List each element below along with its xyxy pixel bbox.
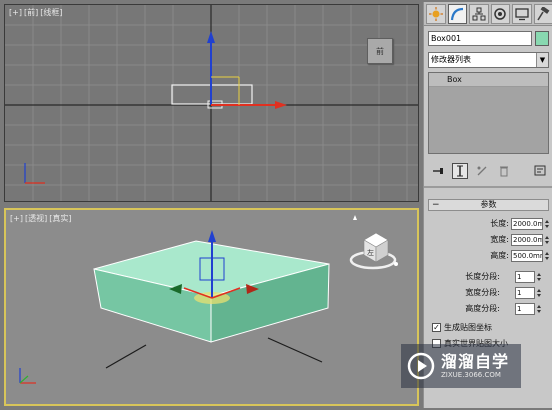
object-name-row: Box001 <box>428 31 549 46</box>
object-color-swatch[interactable] <box>535 31 549 46</box>
gizmo-z-arrow <box>207 31 215 43</box>
width-segs-input[interactable]: 1 <box>515 287 535 299</box>
param-width-label: 宽度: <box>490 235 509 244</box>
watermark-url: ZIXUE.3066.COM <box>441 370 501 379</box>
param-length-row: 长度: 2000.0mm <box>428 218 549 230</box>
chevron-down-icon: ▼ <box>536 53 548 67</box>
perspective-viewport-label[interactable]: [+] [透视] [真实] <box>10 213 73 224</box>
hammer-icon <box>537 6 550 20</box>
width-segs-label: 宽度分段: <box>465 288 500 297</box>
front-axis-tripod <box>24 163 45 184</box>
parameters-rollout-header[interactable]: − 参数 <box>428 199 549 211</box>
tab-utilities[interactable] <box>533 3 552 24</box>
show-end-result-icon[interactable] <box>452 163 468 179</box>
hierarchy-icon <box>472 7 486 20</box>
param-length-label: 长度: <box>490 219 509 228</box>
modifier-stack[interactable]: Box <box>428 72 549 154</box>
modifier-list-label: 修改器列表 <box>431 55 471 64</box>
sun-icon <box>428 6 443 21</box>
height-segs-input[interactable]: 1 <box>515 303 535 315</box>
tab-display[interactable] <box>512 3 532 24</box>
height-segs-row: 高度分段: 1 <box>428 303 549 315</box>
perspective-scene <box>19 215 398 384</box>
modifier-list-dropdown[interactable]: 修改器列表 ▼ <box>428 52 549 68</box>
monitor-icon <box>515 7 529 20</box>
tab-create[interactable] <box>426 3 446 24</box>
tab-modify[interactable] <box>447 3 467 24</box>
param-width-spinner[interactable] <box>544 234 550 246</box>
length-segs-label: 长度分段: <box>465 272 500 281</box>
tab-motion[interactable] <box>490 3 510 24</box>
param-height-spinner[interactable] <box>544 250 550 262</box>
circle-icon <box>494 7 506 20</box>
length-segs-row: 长度分段: 1 <box>428 271 549 283</box>
rollout-title: 参数 <box>480 200 497 209</box>
watermark-title: 溜溜自学 <box>441 351 510 371</box>
param-length-input[interactable]: 2000.0mm <box>511 218 543 230</box>
configure-sets-icon[interactable] <box>533 163 549 179</box>
command-panel-tabs <box>424 2 552 26</box>
panel-divider <box>424 186 552 188</box>
play-logo-icon <box>407 352 435 380</box>
width-segs-row: 宽度分段: 1 <box>428 287 549 299</box>
front-viewport[interactable]: [+] [前] [线框] 前 <box>4 4 419 202</box>
length-segs-spinner[interactable] <box>536 271 542 283</box>
pin-stack-icon[interactable] <box>430 163 446 179</box>
tab-hierarchy[interactable] <box>469 3 489 24</box>
persp-axis-tripod <box>19 368 36 384</box>
persp-gizmo-z-arrow <box>208 230 216 242</box>
front-viewcube[interactable]: 前 <box>367 38 393 64</box>
param-height-row: 高度: 500.0mm <box>428 250 549 262</box>
param-width-input[interactable]: 2000.0mm <box>511 234 543 246</box>
gizmo-x-arrow <box>275 101 287 109</box>
param-height-input[interactable]: 500.0mm <box>511 250 543 262</box>
make-unique-icon[interactable] <box>474 163 490 179</box>
height-segs-spinner[interactable] <box>536 303 542 315</box>
gen-mapping-coords-row[interactable]: ✓ 生成贴图坐标 <box>432 321 549 333</box>
watermark: 溜溜自学 ZIXUE.3066.COM <box>401 344 521 388</box>
stack-item-box[interactable]: Box <box>429 73 548 87</box>
gen-mapping-coords-checkbox[interactable]: ✓ <box>432 322 441 332</box>
width-segs-spinner[interactable] <box>536 287 542 299</box>
param-length-spinner[interactable] <box>544 218 550 230</box>
front-viewport-label[interactable]: [+] [前] [线框] <box>9 7 64 18</box>
arc-icon <box>451 7 464 20</box>
persp-viewcube[interactable] <box>349 232 398 270</box>
gen-mapping-coords-label: 生成贴图坐标 <box>444 322 492 332</box>
height-segs-label: 高度分段: <box>465 304 500 313</box>
param-height-label: 高度: <box>490 251 509 260</box>
param-width-row: 宽度: 2000.0mm <box>428 234 549 246</box>
object-name-field[interactable]: Box001 <box>428 31 532 46</box>
persp-viewcube-label: 左 <box>367 249 374 257</box>
remove-modifier-icon[interactable] <box>496 163 512 179</box>
perspective-viewport[interactable]: [+] [透视] [真实] 左 <box>4 208 419 406</box>
length-segs-input[interactable]: 1 <box>515 271 535 283</box>
stack-toolbar <box>428 161 549 181</box>
front-grid <box>5 5 418 201</box>
app-window: [+] [前] [线框] 前 [+] [透视] [真实] 左 Box001 修改… <box>0 0 552 410</box>
